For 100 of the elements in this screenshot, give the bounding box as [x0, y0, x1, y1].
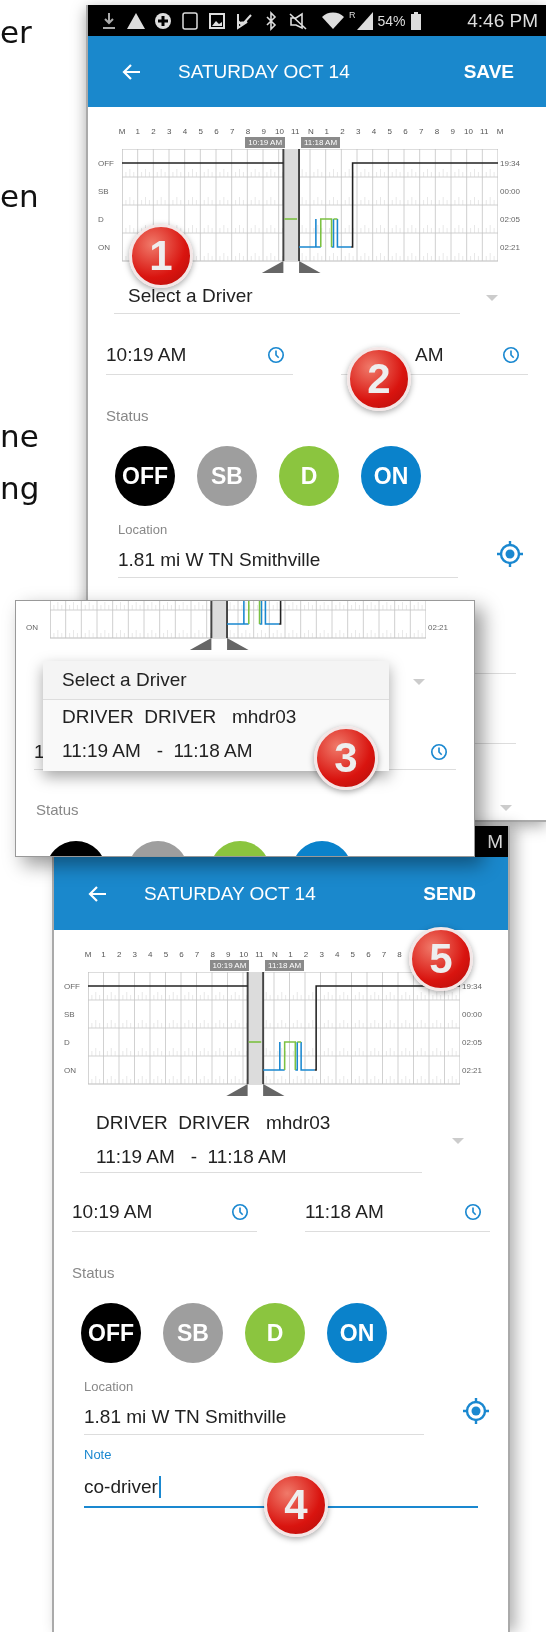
- hour-label: 10: [463, 127, 474, 137]
- status-button[interactable]: OFF: [115, 446, 175, 506]
- row-total: 02:21: [428, 621, 450, 634]
- field-label: Location: [84, 1379, 135, 1394]
- hour-label: 7: [193, 950, 201, 960]
- caption-text: en: [0, 178, 39, 214]
- screen-title: SATURDAY OCT 14: [178, 60, 350, 83]
- row-total: 02:21: [462, 1064, 484, 1077]
- hour-label: 2: [115, 950, 123, 960]
- hour-label: 1: [134, 127, 141, 137]
- row-total: 19:34: [462, 980, 484, 993]
- hour-label: 7: [418, 127, 425, 137]
- hour-label: 11: [479, 127, 490, 137]
- hour-label: 8: [433, 127, 441, 137]
- status-button[interactable]: ON: [361, 446, 421, 506]
- hour-label: 1: [323, 127, 330, 137]
- image-icon: [206, 10, 228, 31]
- row-label: D: [98, 213, 105, 226]
- time-field-text: 1: [34, 741, 45, 763]
- driver-dropdown[interactable]: DRIVER DRIVER mhdr03 11:19 AM - 11:18 AM: [80, 1104, 422, 1173]
- start-time-field[interactable]: 10:19 AM: [106, 340, 293, 375]
- hour-label: 3: [318, 950, 325, 960]
- caption-text: er: [0, 14, 32, 50]
- clock-icon[interactable]: [502, 346, 520, 364]
- hour-label: 2: [302, 950, 310, 960]
- time-marker: 11:18 AM: [300, 137, 341, 148]
- hour-label: 4: [147, 950, 154, 960]
- status-button[interactable]: ON: [327, 1303, 387, 1363]
- action-button[interactable]: SAVE: [463, 60, 514, 83]
- selection-band: [210, 601, 228, 639]
- plus-circle-icon: [152, 10, 174, 31]
- hour-label: 4: [370, 127, 378, 137]
- hour-label: 8: [209, 950, 216, 960]
- row-label: ON: [26, 621, 39, 634]
- hour-label: 5: [349, 950, 357, 960]
- row-label: ON: [98, 241, 111, 254]
- row-total: 02:05: [462, 1036, 484, 1049]
- clock-icon[interactable]: [430, 743, 448, 761]
- hour-label: 2: [150, 127, 157, 137]
- location-field[interactable]: 1.81 mi W TN Smithville: [84, 1400, 424, 1435]
- hour-label: 1: [100, 950, 107, 960]
- hour-label: 10: [238, 950, 250, 960]
- hour-label: 4: [334, 950, 341, 960]
- hour-label: 5: [197, 127, 204, 137]
- row-total: 19:34: [500, 157, 522, 170]
- hour-label: M: [495, 127, 505, 137]
- row-total: 02:21: [500, 241, 522, 254]
- locate-icon[interactable]: [496, 539, 524, 568]
- hour-label: 9: [260, 127, 267, 137]
- hour-label: 5: [162, 950, 170, 960]
- hour-label: 6: [178, 950, 185, 960]
- hour-label: 5: [386, 127, 393, 137]
- time-marker: 10:19 AM: [245, 137, 286, 148]
- hour-label: 7: [229, 127, 236, 137]
- row-label: D: [64, 1036, 71, 1049]
- hour-label: 7: [380, 950, 388, 960]
- hour-label: 6: [213, 127, 220, 137]
- row-total: 00:00: [500, 185, 522, 198]
- hour-label: 6: [365, 950, 372, 960]
- hour-label: N: [307, 127, 315, 137]
- location-field[interactable]: 1.81 mi W TN Smithville: [118, 543, 458, 578]
- hour-label: N: [271, 950, 279, 960]
- clock-icon[interactable]: [464, 1203, 482, 1221]
- start-time-field[interactable]: 10:19 AM: [72, 1197, 257, 1232]
- battery-icon: [410, 11, 421, 30]
- signal-icon: [356, 11, 373, 30]
- caption-text: ne: [0, 418, 39, 454]
- clock-icon[interactable]: [267, 346, 285, 364]
- wifi-icon: [322, 11, 344, 30]
- action-button[interactable]: SEND: [423, 882, 476, 905]
- roaming-indicator: R: [349, 10, 356, 20]
- field-label: Note: [84, 1447, 113, 1462]
- clock-icon[interactable]: [231, 1203, 249, 1221]
- dropdown-option[interactable]: Select a Driver: [43, 661, 389, 700]
- hour-label: 1: [287, 950, 294, 960]
- hour-label: 9: [224, 950, 232, 960]
- hour-label: 3: [166, 127, 173, 137]
- field-label: Location: [118, 522, 169, 537]
- status-button[interactable]: OFF: [81, 1303, 141, 1363]
- end-time-field[interactable]: 11:18 AM: [305, 1197, 490, 1232]
- hour-label: M: [117, 127, 127, 137]
- row-total: 02:05: [500, 213, 522, 226]
- hour-label: 10: [274, 127, 285, 137]
- hour-label: 8: [396, 950, 403, 960]
- locate-icon[interactable]: [462, 1396, 490, 1425]
- battery-percent: 54%: [377, 12, 406, 29]
- row-label: OFF: [98, 157, 115, 170]
- time-marker: 10:19 AM: [209, 960, 250, 971]
- hour-label: 11: [290, 127, 301, 137]
- row-total: 00:00: [462, 1008, 484, 1021]
- hour-label: 3: [355, 127, 362, 137]
- clock-time: M: [487, 830, 503, 853]
- screen-title: SATURDAY OCT 14: [144, 882, 316, 905]
- hour-label: 8: [244, 127, 252, 137]
- clock-time: 4:46 PM: [467, 9, 538, 32]
- row-label: SB: [64, 1008, 76, 1021]
- row-label: OFF: [64, 980, 81, 993]
- section-label: Status: [106, 407, 150, 424]
- mute-icon: [287, 10, 309, 31]
- hour-label: 9: [449, 127, 456, 137]
